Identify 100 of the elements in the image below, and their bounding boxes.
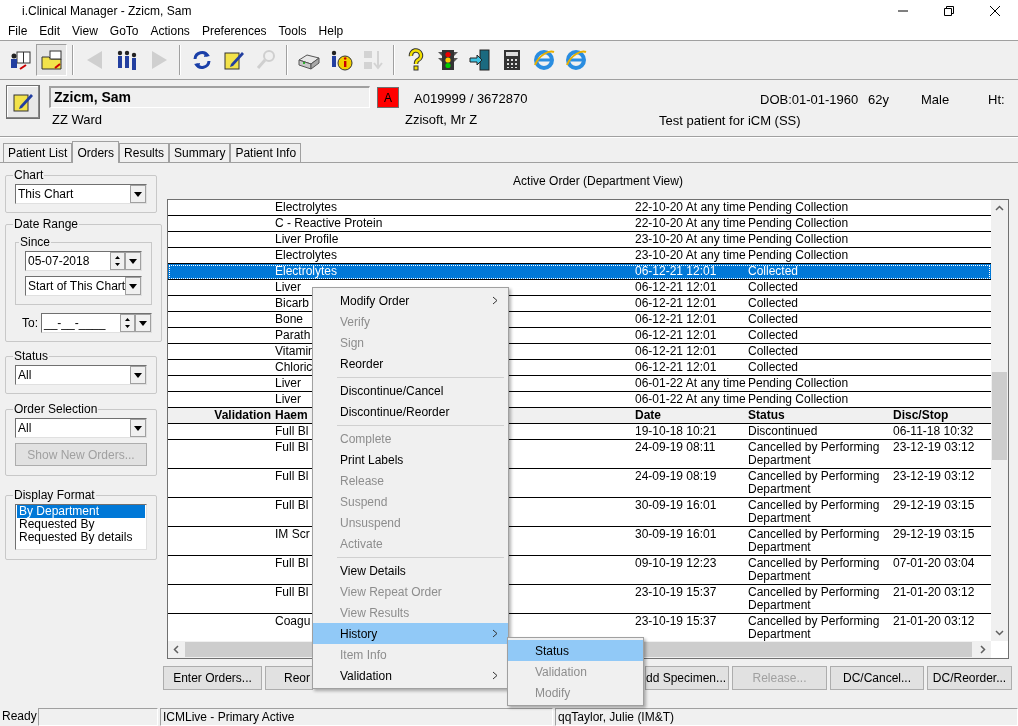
table-cell-text: Full Bl: [275, 441, 309, 456]
table-cell-text: Cancelled by Performing Department: [748, 615, 881, 641]
table-cell-text: Cancelled by Performing Department: [748, 528, 881, 554]
display-format-list[interactable]: By Department Requested By Requested By details: [15, 504, 147, 550]
table-cell: Pending Collection: [748, 216, 849, 231]
menu-item[interactable]: GoTo: [103, 22, 145, 40]
column-header: Haem: [275, 408, 308, 423]
table-cell-text: 30-09-19 16:01: [635, 528, 717, 543]
field-value: __-__-____: [44, 315, 107, 332]
table-title: Active Order (Department View): [513, 173, 683, 190]
table-cell: Pending Collection: [748, 200, 849, 215]
to-date-field[interactable]: __-__-____: [41, 313, 153, 333]
menu-item[interactable]: Print Labels: [313, 449, 508, 470]
tab[interactable]: Patient Info: [230, 143, 302, 162]
tab[interactable]: Summary: [169, 143, 231, 162]
list-option[interactable]: Requested By details: [17, 531, 145, 544]
patient-name-field: Zzicm, Sam: [49, 86, 370, 108]
table-cell: Collected: [748, 264, 799, 279]
table-row[interactable]: Electrolytes 22-10-20 At any time Pending Collection: [168, 200, 991, 216]
table-cell-text: 24-09-19 08:11: [635, 441, 716, 456]
table-cell: Full Bl: [275, 425, 309, 438]
group-label: Date Range: [13, 216, 80, 233]
action-button[interactable]: Reor: [265, 666, 313, 690]
scroll-thumb[interactable]: [992, 372, 1007, 460]
table-cell: 06-12-21 12:01: [635, 280, 717, 295]
column-header: Validation: [214, 408, 272, 423]
table-cell: Electrolytes: [275, 200, 338, 215]
table-cell: 06-01-22 At any time: [635, 376, 746, 391]
edit-button[interactable]: [6, 85, 40, 119]
table-cell-text: Cancelled by Performing Department: [748, 499, 881, 525]
window-title: i.Clinical Manager - Zzicm, Sam: [22, 3, 192, 20]
spinner-icon[interactable]: [120, 314, 136, 332]
menu-item[interactable]: View Details: [313, 560, 508, 581]
since-dropdown[interactable]: Start of This Chart: [25, 276, 143, 296]
chart-dropdown[interactable]: This Chart: [15, 184, 147, 204]
menu-item[interactable]: Preferences: [195, 22, 273, 40]
sex-text: Male: [921, 91, 950, 109]
table-cell: Bicarb: [275, 296, 309, 311]
table-cell: Electrolytes: [275, 248, 338, 263]
order-selection-dropdown[interactable]: All: [15, 418, 147, 438]
table-cell: Collected: [748, 280, 799, 295]
action-button[interactable]: dd Specimen...: [645, 666, 729, 690]
status-text: qqTaylor, Julie (IM&T): [555, 708, 1018, 726]
menu-item[interactable]: Help: [312, 22, 350, 40]
table-cell-text: Full Bl: [275, 557, 309, 572]
to-label: To:: [22, 315, 38, 332]
table-cell: Pending Collection: [748, 376, 849, 391]
table-cell: Electrolytes: [275, 264, 338, 279]
table-cell: Pending Collection: [748, 248, 849, 263]
spinner-icon[interactable]: [110, 252, 126, 270]
menu-item[interactable]: Tools: [272, 22, 313, 40]
menu-item[interactable]: Validation: [313, 665, 508, 686]
tab[interactable]: Patient List: [3, 143, 73, 162]
list-option[interactable]: Requested By: [17, 518, 145, 531]
list-option[interactable]: By Department: [17, 505, 145, 518]
table-cell-text: 30-09-19 16:01: [635, 499, 717, 514]
table-cell: 06-11-18 10:32: [893, 425, 974, 438]
action-button[interactable]: DC/Reorder...: [927, 666, 1012, 690]
table-cell-text: 23-12-19 03:12: [893, 470, 975, 485]
table-row[interactable]: Electrolytes 06-12-21 12:01 Collected: [168, 264, 991, 280]
group-label: Display Format: [13, 487, 96, 504]
menu-item[interactable]: View: [66, 22, 104, 40]
close-icon: [990, 6, 1000, 16]
tab[interactable]: Orders: [72, 141, 120, 163]
table-cell: 06-01-22 At any time: [635, 392, 746, 407]
field-value: All: [18, 420, 33, 437]
table-cell: Liver: [275, 392, 301, 407]
table-row[interactable]: C - Reactive Protein 22-10-20 At any time Pending Collection: [168, 216, 991, 232]
table-cell: 06-12-21 12:01: [635, 312, 717, 327]
table-cell: 06-12-21 12:01: [635, 264, 717, 279]
table-cell-text: 07-01-20 03:04: [893, 557, 975, 572]
column-header: Status: [748, 408, 785, 423]
action-button[interactable]: DC/Cancel...: [830, 666, 924, 690]
menu-item[interactable]: Actions: [144, 22, 196, 40]
table-cell: 06-12-21 12:01: [635, 344, 717, 359]
tab[interactable]: Results: [119, 143, 170, 162]
table-cell: 06-12-21 12:01: [635, 328, 717, 343]
table-cell-text: 21-01-20 03:12: [893, 615, 975, 630]
table-cell-text: 09-10-19 12:23: [635, 557, 717, 572]
patient-note: Test patient for iCM (SS): [659, 112, 801, 130]
since-date-field[interactable]: 05-07-2018: [25, 251, 143, 271]
menu-item[interactable]: Edit: [33, 22, 67, 40]
status-dropdown[interactable]: All: [15, 365, 147, 385]
table-row[interactable]: Liver Profile 23-10-20 At any time Pending Collection: [168, 232, 991, 248]
group-label: Since: [19, 234, 52, 251]
menu-item[interactable]: File: [2, 22, 34, 40]
group-label: Status: [13, 348, 50, 365]
vertical-scrollbar[interactable]: [991, 200, 1008, 641]
table-cell: Pending Collection: [748, 392, 849, 407]
consultant-text: Zzisoft, Mr Z: [405, 111, 478, 129]
table-cell: Collected: [748, 312, 799, 327]
table-cell-text: 23-10-19 15:37: [635, 586, 717, 601]
action-button[interactable]: Enter Orders...: [163, 666, 262, 690]
menu-item[interactable]: History: [313, 623, 508, 644]
table-cell: 19-10-18 10:21: [635, 425, 717, 438]
table-cell: 22-10-20 At any time: [635, 216, 746, 231]
table-cell-text: IM Scr: [275, 528, 310, 543]
status-text: Ready: [1, 708, 36, 725]
menu-item[interactable]: Status: [508, 640, 643, 661]
globe-ring-icon: [563, 48, 588, 72]
